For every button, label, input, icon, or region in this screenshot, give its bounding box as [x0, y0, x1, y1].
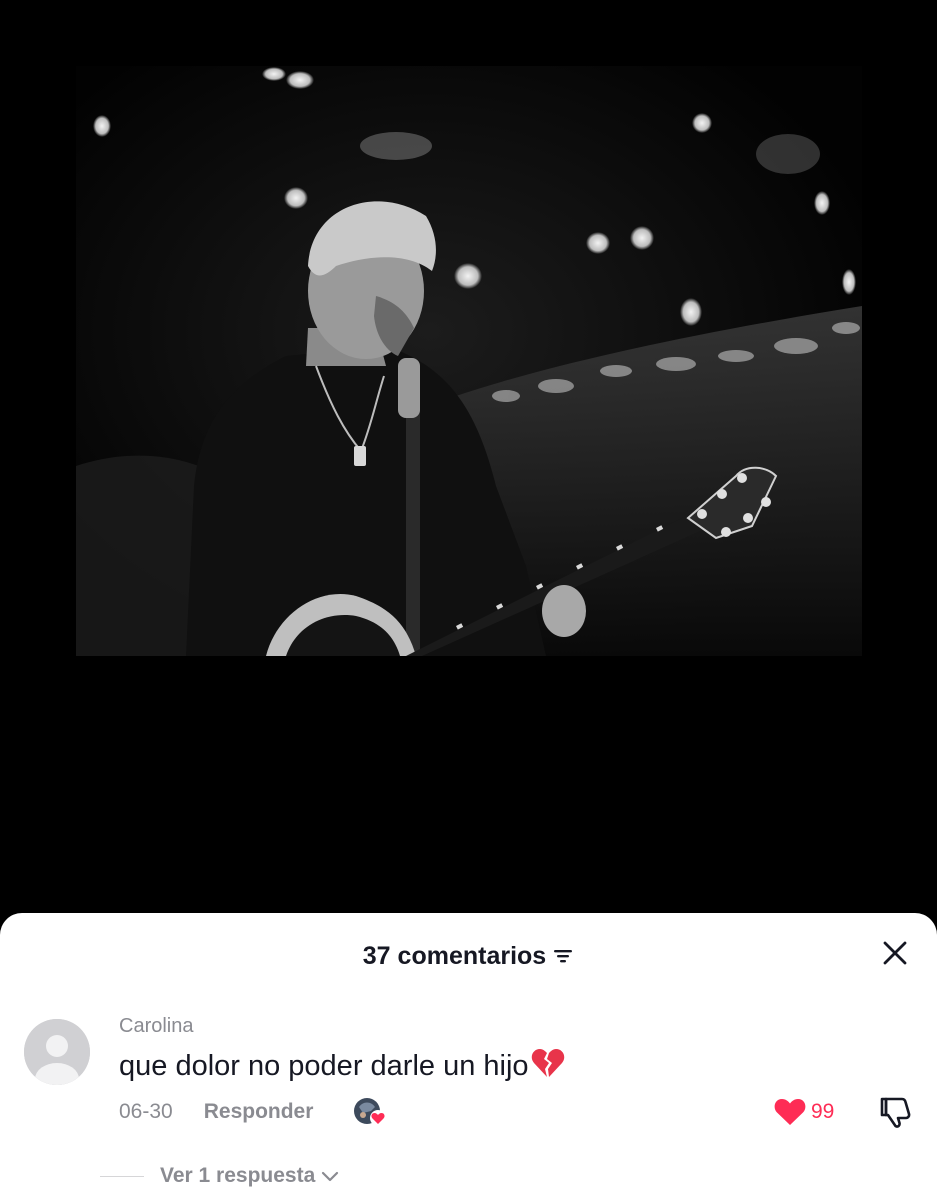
comment-date: 06-30 [119, 1100, 173, 1123]
view-replies-row: Ver 1 respuesta [100, 1161, 339, 1191]
reply-button[interactable]: Responder [204, 1100, 314, 1124]
broken-heart-icon [531, 1047, 565, 1087]
comment-count-sort[interactable]: 37 comentarios [363, 939, 574, 973]
comment-body: que dolor no poder darle un hijo [119, 1047, 565, 1087]
avatar[interactable] [24, 1019, 90, 1085]
thumbs-down-icon [880, 1097, 911, 1128]
screen: 37 comentarios Carolina que dolor no pod… [0, 0, 937, 1200]
default-avatar-icon [24, 1019, 90, 1085]
video-still-image [76, 66, 862, 656]
creator-avatar-heart-icon [354, 1098, 387, 1126]
dislike-button[interactable] [878, 1095, 914, 1129]
creator-liked-badge [353, 1097, 387, 1127]
comment-meta: 06-30 Responder [119, 1095, 387, 1129]
like-button[interactable]: 99 [773, 1095, 834, 1129]
comment-count-label: 37 comentarios [362, 941, 547, 970]
replies-divider [100, 1175, 144, 1177]
comments-sheet: 37 comentarios Carolina que dolor no pod… [0, 913, 937, 1200]
like-count: 99 [811, 1100, 835, 1123]
comment-text: que dolor no poder darle un hijo [119, 1050, 529, 1082]
comment-username[interactable]: Carolina [119, 1015, 193, 1038]
chevron-down-icon [322, 1171, 339, 1182]
view-replies-label: Ver 1 respuesta [160, 1164, 316, 1187]
comments-header: 37 comentarios [0, 939, 937, 973]
view-replies-button[interactable]: Ver 1 respuesta [160, 1164, 339, 1188]
comment-item: Carolina que dolor no poder darle un hij… [0, 1009, 937, 1129]
video-player[interactable] [76, 66, 862, 656]
close-button[interactable] [879, 937, 911, 969]
sort-lines-icon[interactable] [552, 945, 574, 967]
close-icon [883, 941, 907, 965]
heart-icon [774, 1099, 806, 1125]
